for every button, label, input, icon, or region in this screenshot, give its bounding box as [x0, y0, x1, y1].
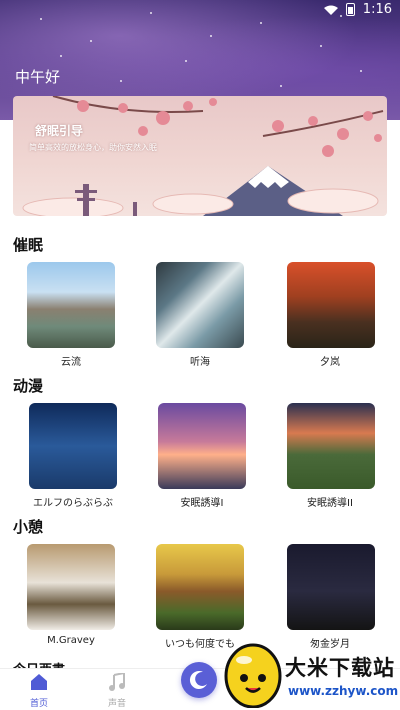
card-itsumo-nando-demo[interactable]: [156, 544, 244, 630]
mascot-logo: [224, 643, 282, 708]
status-bar: 1:16: [323, 2, 392, 17]
card-listen-sea[interactable]: [156, 262, 244, 348]
sleep-mode-button[interactable]: z: [181, 662, 217, 698]
card-label: 夕岚: [320, 357, 340, 368]
card-golden-years[interactable]: [287, 544, 375, 630]
sleep-guide-banner[interactable]: 舒眠引导 简单高效的放松身心，助你安然入眠: [13, 96, 387, 216]
card-label: 安眠誘導II: [307, 498, 353, 509]
card-cloud-flow[interactable]: [27, 262, 115, 348]
home-icon: [31, 674, 47, 690]
section-title-hypnosis: 催眠: [13, 236, 44, 254]
section-title-anime: 动漫: [13, 377, 44, 395]
card-sleep-induction-1[interactable]: [158, 403, 246, 489]
card-m-gravey[interactable]: [27, 544, 115, 630]
nav-home-label: 首页: [29, 699, 48, 709]
banner-illustration: [22, 96, 384, 216]
greeting-text: 中午好: [15, 68, 61, 86]
card-label: 云流: [61, 357, 81, 368]
card-label: エルフのらぶらぶ: [33, 498, 113, 509]
card-sleep-induction-2[interactable]: [287, 403, 375, 489]
section-title-nap: 小憩: [13, 518, 44, 536]
battery-icon: [345, 3, 355, 16]
moon-icon: z: [189, 671, 207, 690]
status-time: 1:16: [362, 2, 392, 17]
nav-home[interactable]: 首页: [14, 673, 64, 709]
banner-title: 舒眠引导: [35, 124, 84, 138]
wifi-icon: [323, 5, 338, 15]
card-label: 听海: [190, 357, 210, 368]
nav-sound[interactable]: 声音: [92, 671, 142, 709]
watermark-title: 大米下载站: [285, 656, 395, 680]
card-elf-lovelove[interactable]: [29, 403, 117, 489]
music-note-icon: [109, 671, 125, 691]
watermark-url: www.zzhyw.com: [288, 684, 399, 698]
card-label: 安眠誘導I: [180, 498, 224, 509]
card-label: M.Gravey: [47, 635, 95, 646]
svg-text:z: z: [200, 677, 204, 685]
watermark: 大米下载站 www.zzhyw.com: [222, 640, 400, 710]
banner-subtitle: 简单高效的放松身心，助你安然入眠: [29, 143, 157, 152]
card-evening-haze[interactable]: [287, 262, 375, 348]
nav-sound-label: 声音: [107, 699, 126, 709]
